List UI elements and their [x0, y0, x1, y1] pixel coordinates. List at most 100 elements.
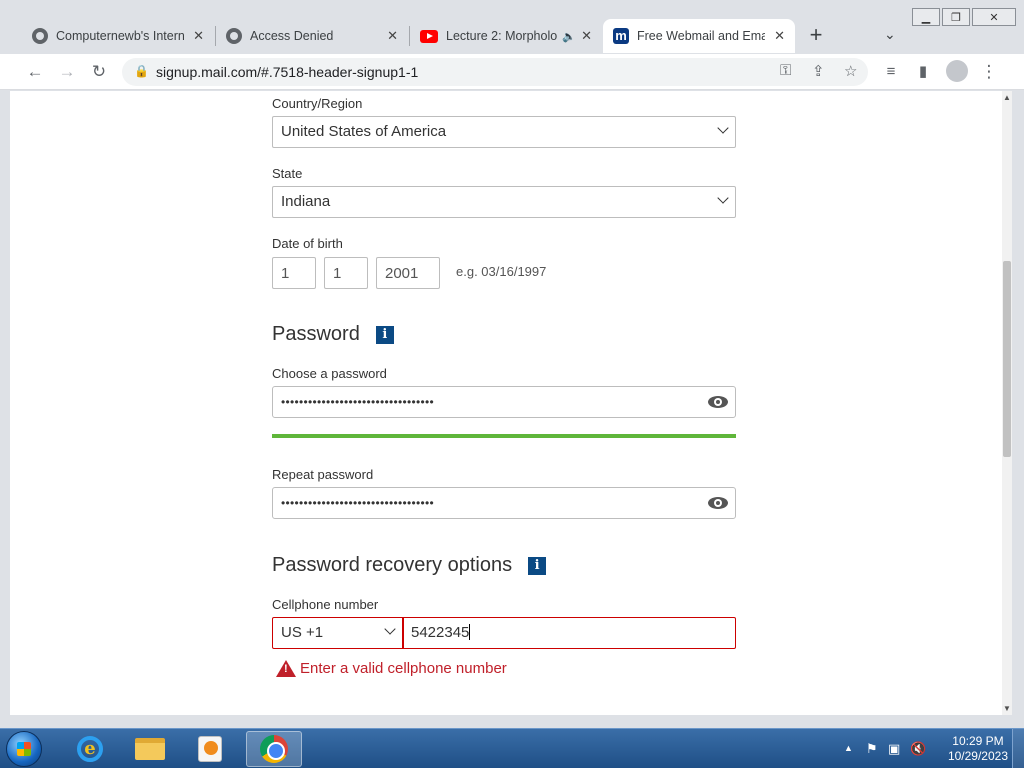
tab-title: Access Denied — [250, 29, 334, 43]
minimize-button[interactable]: ▁ — [912, 8, 940, 26]
chrome-taskbar-button[interactable] — [246, 731, 302, 767]
chrome-icon — [260, 735, 288, 763]
tab-title: Free Webmail and Emai — [637, 29, 765, 43]
clock-date: 10/29/2023 — [947, 749, 1008, 763]
window-controls: ▁ ❐ ✕ — [912, 8, 1016, 26]
file-explorer-button[interactable] — [122, 731, 178, 767]
password-mask: •••••••••••••••••••••••••••••••••• — [281, 395, 435, 409]
reading-list-icon[interactable]: ≡ — [880, 61, 902, 83]
windows-taskbar: e ▲ ⚑ ▣ 🔇 10:29 PM 10/29/2023 — [0, 728, 1024, 768]
state-select[interactable]: Indiana — [272, 186, 736, 218]
tab-title: Lecture 2: Morpholo — [446, 29, 558, 43]
file-explorer-icon — [135, 738, 165, 760]
close-tab-icon[interactable]: ✕ — [581, 28, 592, 44]
browser-window: ▁ ❐ ✕ Computernewb's Interne ✕ Access De… — [0, 0, 1024, 728]
tab-mail-com[interactable]: m Free Webmail and Emai ✕ — [603, 19, 795, 53]
tab-title: Computernewb's Interne — [56, 29, 184, 43]
country-code-value: US +1 — [281, 624, 324, 641]
new-tab-button[interactable]: + — [804, 24, 828, 46]
volume-muted-icon[interactable]: 🔇 — [910, 741, 926, 757]
scroll-down-arrow-icon[interactable]: ▼ — [1002, 704, 1012, 713]
error-text: Enter a valid cellphone number — [300, 660, 507, 677]
show-desktop-button[interactable] — [1012, 729, 1024, 768]
state-label: State — [272, 166, 303, 181]
speaker-icon[interactable]: 🔈 — [562, 30, 576, 43]
password-input[interactable]: •••••••••••••••••••••••••••••••••• — [272, 386, 736, 418]
lock-icon[interactable]: 🔒 — [134, 64, 149, 78]
generic-globe-icon — [226, 28, 242, 44]
eye-icon[interactable] — [708, 396, 728, 408]
system-tray: ▲ ⚑ ▣ 🔇 10:29 PM 10/29/2023 — [834, 729, 1024, 768]
choose-password-label: Choose a password — [272, 366, 387, 381]
section-title-text: Password — [272, 323, 360, 345]
dob-month-input[interactable]: 1 — [272, 257, 316, 289]
start-button[interactable] — [6, 731, 42, 767]
country-code-select[interactable]: US +1 — [272, 617, 403, 649]
password-section-title: Password i — [272, 323, 394, 346]
recovery-section-title: Password recovery options i — [272, 554, 547, 577]
page-scrollbar[interactable]: ▲ ▼ — [1002, 91, 1012, 715]
media-center-icon — [198, 736, 222, 762]
address-bar[interactable]: 🔒 signup.mail.com/#.7518-header-signup1-… — [122, 58, 868, 86]
page-viewport: Country/Region United States of America … — [10, 91, 1012, 715]
repeat-password-mask: •••••••••••••••••••••••••••••••••• — [281, 496, 435, 510]
clock-time: 10:29 PM — [952, 734, 1004, 748]
close-tab-icon[interactable]: ✕ — [193, 28, 204, 44]
eye-icon[interactable] — [708, 497, 728, 509]
action-center-flag-icon[interactable]: ⚑ — [866, 741, 878, 757]
repeat-password-input[interactable]: •••••••••••••••••••••••••••••••••• — [272, 487, 736, 519]
dob-label: Date of birth — [272, 236, 343, 251]
maximize-button[interactable]: ❐ — [942, 8, 970, 26]
media-center-button[interactable] — [182, 731, 238, 767]
close-window-button[interactable]: ✕ — [972, 8, 1016, 26]
more-menu-icon[interactable]: ⋮ — [978, 61, 1000, 83]
tab-search-chevron-icon[interactable]: ⌄ — [884, 26, 896, 43]
scroll-up-arrow-icon[interactable]: ▲ — [1002, 93, 1012, 102]
youtube-icon — [420, 29, 438, 43]
key-icon[interactable]: ⚿ — [780, 62, 791, 79]
side-panel-icon[interactable]: ▮ — [912, 61, 934, 83]
warning-icon: ! — [276, 660, 296, 677]
dob-day-input[interactable]: 1 — [324, 257, 368, 289]
repeat-password-label: Repeat password — [272, 467, 374, 482]
error-message: ! Enter a valid cellphone number — [276, 660, 507, 677]
country-value: United States of America — [281, 123, 447, 140]
chevron-down-icon — [717, 192, 729, 204]
state-value: Indiana — [281, 193, 331, 210]
internet-explorer-button[interactable]: e — [62, 731, 118, 767]
scroll-thumb[interactable] — [1003, 261, 1011, 457]
internet-explorer-icon: e — [77, 736, 103, 762]
close-tab-icon[interactable]: ✕ — [774, 28, 785, 44]
network-icon[interactable]: ▣ — [888, 741, 900, 757]
chevron-down-icon — [717, 122, 729, 134]
tab-strip: ▁ ❐ ✕ Computernewb's Interne ✕ Access De… — [0, 0, 1024, 54]
show-hidden-icons-chevron-icon[interactable]: ▲ — [844, 743, 853, 753]
system-clock[interactable]: 10:29 PM 10/29/2023 — [948, 734, 1008, 764]
mail-com-icon: m — [613, 28, 629, 44]
chevron-down-icon — [384, 623, 396, 635]
cellphone-value: 5422345 — [411, 624, 470, 641]
tab-youtube-lecture[interactable]: Lecture 2: Morpholo 🔈 ✕ — [410, 19, 602, 53]
info-icon[interactable]: i — [528, 556, 547, 575]
info-icon[interactable]: i — [375, 325, 394, 344]
country-label: Country/Region — [272, 96, 363, 111]
url-text[interactable]: signup.mail.com/#.7518-header-signup1-1 — [156, 64, 418, 80]
country-select[interactable]: United States of America — [272, 116, 736, 148]
cellphone-label: Cellphone number — [272, 597, 379, 612]
password-strength-bar — [272, 434, 736, 438]
close-tab-icon[interactable]: ✕ — [387, 28, 398, 44]
text-caret — [469, 624, 471, 640]
forward-arrow-icon[interactable]: → — [56, 61, 78, 83]
tab-access-denied[interactable]: Access Denied ✕ — [216, 19, 408, 53]
dob-year-input[interactable]: 2001 — [376, 257, 440, 289]
bookmark-star-icon[interactable]: ☆ — [844, 62, 857, 80]
reload-icon[interactable]: ↻ — [88, 61, 110, 83]
dob-hint: e.g. 03/16/1997 — [456, 264, 547, 279]
tab-computernewb[interactable]: Computernewb's Interne ✕ — [22, 19, 214, 53]
cellphone-input[interactable]: 5422345 — [403, 617, 736, 649]
generic-globe-icon — [32, 28, 48, 44]
profile-avatar-icon[interactable] — [946, 60, 968, 82]
share-icon[interactable]: ⇪ — [812, 62, 825, 80]
back-arrow-icon[interactable]: ← — [24, 61, 46, 83]
browser-toolbar: ← → ↻ 🔒 signup.mail.com/#.7518-header-si… — [0, 54, 1024, 90]
